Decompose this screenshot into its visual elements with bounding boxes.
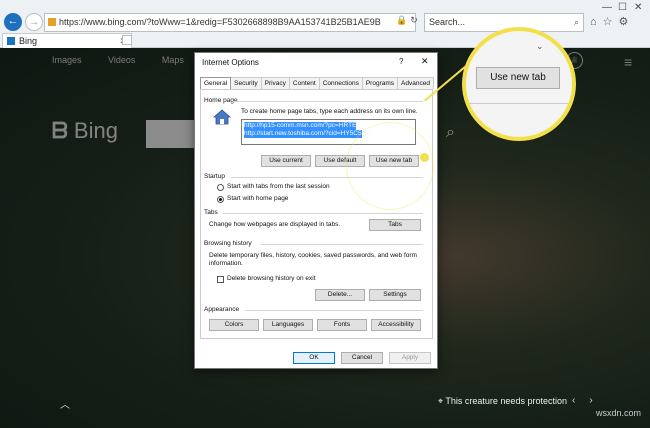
colors-button[interactable]: Colors (209, 319, 259, 331)
tabs-heading: Tabs (204, 209, 218, 216)
arrow-right-icon: → (28, 16, 40, 28)
address-bar[interactable]: https://www.bing.com/?toWww=1&redig=F530… (44, 13, 416, 32)
tab-title: Bing (19, 36, 38, 46)
divider (261, 244, 423, 245)
site-favicon-icon (48, 18, 56, 26)
minimize-button[interactable]: — (602, 2, 612, 13)
star-icon[interactable]: ☆ (603, 16, 619, 28)
toolbar-icons: ⌂☆⚙ (590, 15, 634, 28)
search-placeholder: Search... (429, 17, 466, 27)
caption-text: This creature needs protection (445, 396, 567, 406)
divider (233, 101, 423, 102)
zoom-callout: ⌄ Use new tab (462, 27, 576, 141)
delete-on-exit-checkbox[interactable] (217, 276, 224, 283)
history-text: Delete temporary files, history, cookies… (209, 252, 417, 267)
home-url-1: http://hp15-comm.msn.com/?pc=HRTE (244, 122, 357, 130)
delete-on-exit-label: Delete browsing history on exit (227, 275, 316, 282)
callout-target-ring (346, 122, 434, 210)
tab-advanced[interactable]: Advanced (397, 77, 434, 89)
home-page-text: To create home page tabs, type each addr… (241, 108, 418, 115)
divider (245, 310, 423, 311)
back-button[interactable]: ← (4, 13, 22, 31)
dialog-tabs: General Security Privacy Content Connections… (200, 77, 434, 89)
arrow-left-icon: ← (7, 15, 19, 27)
tab-content[interactable]: Content (288, 77, 320, 89)
maximize-button[interactable]: ☐ (618, 2, 627, 13)
tab-connections[interactable]: Connections (318, 77, 363, 89)
tab-general[interactable]: General (200, 77, 232, 89)
settings-button[interactable]: Settings (369, 289, 421, 301)
radio-last-session-label: Start with tabs from the last session (227, 183, 330, 190)
chevron-up-icon[interactable]: ︿ (60, 396, 70, 411)
chevron-down-icon: ⌄ (536, 41, 544, 51)
address-text: https://www.bing.com/?toWww=1&redig=F530… (59, 17, 381, 27)
new-tab-button[interactable] (122, 35, 132, 45)
delete-button[interactable]: Delete... (315, 289, 365, 301)
search-icon[interactable]: ⌕ (574, 14, 579, 31)
zoomed-use-new-tab-button: Use new tab (476, 67, 560, 89)
dialog-title: Internet Options (202, 58, 259, 67)
tab-privacy[interactable]: Privacy (260, 77, 290, 89)
image-caption[interactable]: ⌖ This creature needs protection (438, 396, 567, 407)
gear-icon[interactable]: ⚙ (619, 16, 635, 28)
radio-home-page[interactable] (217, 196, 224, 203)
image-nav: ‹› (572, 395, 607, 406)
radio-home-page-label: Start with home page (227, 195, 289, 202)
startup-heading: Startup (204, 173, 225, 180)
refresh-icon[interactable]: ↻ (410, 15, 421, 25)
chevron-left-icon[interactable]: ‹ (572, 395, 589, 406)
tabs-text: Change how webpages are displayed in tab… (209, 221, 341, 228)
home-url-2: http://start.new.toshiba.com/?cid=HY5C5 (244, 130, 362, 138)
watermark: wsxdn.com (596, 408, 642, 418)
close-dialog-button[interactable]: ✕ (421, 56, 429, 67)
tabs-button[interactable]: Tabs (369, 219, 421, 231)
apply-button[interactable]: Apply (389, 352, 431, 364)
radio-last-session[interactable] (217, 184, 224, 191)
house-icon (213, 109, 231, 125)
tab-bing[interactable]: Bing ✕ (2, 33, 132, 48)
ok-button[interactable]: OK (293, 352, 335, 364)
chevron-right-icon[interactable]: › (589, 395, 606, 406)
internet-options-dialog: Internet Options ? ✕ General Security Priv… (194, 52, 438, 369)
cancel-button[interactable]: Cancel (341, 352, 383, 364)
help-button[interactable]: ? (399, 57, 403, 66)
address-actions: 🔒↻ (396, 15, 421, 26)
divider (223, 213, 423, 214)
home-icon[interactable]: ⌂ (590, 16, 603, 28)
use-current-button[interactable]: Use current (261, 155, 311, 167)
close-window-button[interactable]: ✕ (634, 2, 642, 13)
bing-favicon-icon (7, 37, 15, 45)
lock-icon[interactable]: 🔒 (396, 15, 410, 25)
appearance-heading: Appearance (204, 306, 240, 313)
history-heading: Browsing history (204, 240, 252, 247)
divider (466, 103, 572, 104)
forward-button[interactable]: → (25, 13, 43, 31)
tab-security[interactable]: Security (230, 77, 262, 89)
tab-programs[interactable]: Programs (361, 77, 399, 89)
fonts-button[interactable]: Fonts (317, 319, 367, 331)
languages-button[interactable]: Languages (263, 319, 313, 331)
accessibility-button[interactable]: Accessibility (371, 319, 421, 331)
callout-dot (420, 153, 429, 162)
